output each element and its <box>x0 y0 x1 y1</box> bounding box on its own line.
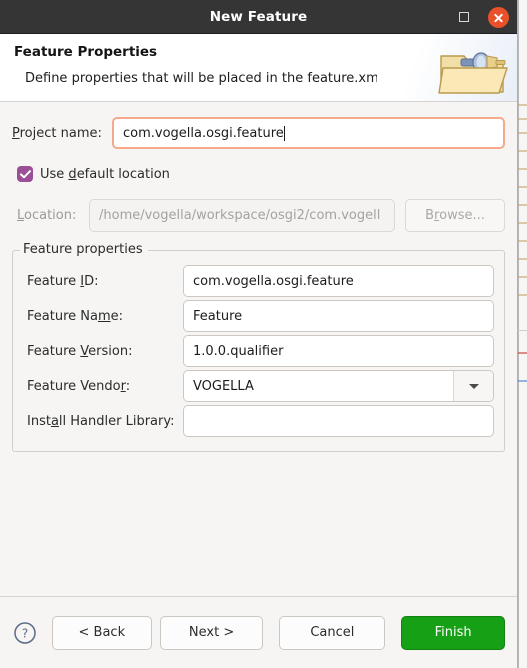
use-default-location-checkbox[interactable] <box>17 166 33 182</box>
help-button[interactable]: ? <box>12 620 38 646</box>
install-handler-library-row: Install Handler Library: <box>23 405 494 437</box>
feature-properties-group: Feature properties Feature ID: com.vogel… <box>12 242 505 452</box>
window-controls <box>453 0 509 34</box>
install-handler-library-label: Install Handler Library: <box>27 413 175 429</box>
feature-name-value: Feature <box>193 308 243 324</box>
cancel-button[interactable]: Cancel <box>279 615 386 650</box>
close-button[interactable] <box>487 6 509 28</box>
svg-text:?: ? <box>22 626 28 640</box>
location-label: Location: <box>17 207 77 223</box>
maximize-button[interactable] <box>453 6 475 28</box>
use-default-location-label: Use default location <box>40 166 170 182</box>
use-default-location-row[interactable]: Use default location <box>12 163 505 185</box>
next-button[interactable]: Next > <box>159 615 264 650</box>
feature-version-label: Feature Version: <box>27 343 133 359</box>
feature-version-row: Feature Version: 1.0.0.qualifier <box>23 335 494 367</box>
help-circle-icon: ? <box>14 621 36 644</box>
dialog-footer: ? < Back Next > Cancel Finish <box>0 596 517 668</box>
browse-button-label: Browse... <box>425 207 485 223</box>
maximize-icon <box>459 12 469 22</box>
text-caret <box>283 125 286 141</box>
feature-vendor-value: VOGELLA <box>193 378 254 394</box>
feature-properties-legend: Feature properties <box>20 242 148 257</box>
dialog-right-edge <box>518 0 519 668</box>
location-value: /home/vogella/workspace/osgi2/com.vogell <box>99 207 381 223</box>
close-icon <box>487 6 509 28</box>
feature-vendor-combo[interactable]: VOGELLA <box>183 370 494 402</box>
location-row: Location: /home/vogella/workspace/osgi2/… <box>12 198 505 232</box>
feature-vendor-row: Feature Vendor: VOGELLA <box>23 370 494 402</box>
feature-id-value: com.vogella.osgi.feature <box>193 273 354 289</box>
dialog-banner: Feature Properties Define properties tha… <box>0 34 517 102</box>
finish-button[interactable]: Finish <box>401 615 505 650</box>
install-handler-library-input[interactable] <box>183 405 494 437</box>
feature-name-input[interactable]: Feature <box>183 300 494 332</box>
feature-name-label: Feature Name: <box>27 308 124 324</box>
location-input[interactable]: /home/vogella/workspace/osgi2/com.vogell <box>89 198 395 232</box>
background-ide-strip <box>518 0 527 668</box>
feature-name-row: Feature Name: Feature <box>23 300 494 332</box>
project-name-row: Project name: com.vogella.osgi.feature <box>12 117 505 149</box>
feature-project-folder-icon <box>438 52 508 94</box>
feature-version-input[interactable]: 1.0.0.qualifier <box>183 335 494 367</box>
feature-id-input[interactable]: com.vogella.osgi.feature <box>183 265 494 297</box>
window-title: New Feature <box>209 8 308 25</box>
project-name-input[interactable]: com.vogella.osgi.feature <box>112 117 505 149</box>
title-bar: New Feature <box>0 0 517 34</box>
browse-button[interactable]: Browse... <box>405 198 505 232</box>
chevron-down-icon[interactable] <box>453 371 493 401</box>
check-icon <box>19 169 31 178</box>
feature-vendor-label: Feature Vendor: <box>27 378 131 394</box>
feature-id-row: Feature ID: com.vogella.osgi.feature <box>23 265 494 297</box>
feature-id-label: Feature ID: <box>27 273 99 289</box>
project-name-label: Project name: <box>12 125 102 141</box>
project-name-value: com.vogella.osgi.feature <box>123 125 284 141</box>
dialog-content: Project name: com.vogella.osgi.feature U… <box>0 102 517 596</box>
back-button[interactable]: < Back <box>51 615 152 650</box>
new-feature-dialog: New Feature Feature Properties Define pr… <box>0 0 518 668</box>
feature-version-value: 1.0.0.qualifier <box>193 343 284 359</box>
